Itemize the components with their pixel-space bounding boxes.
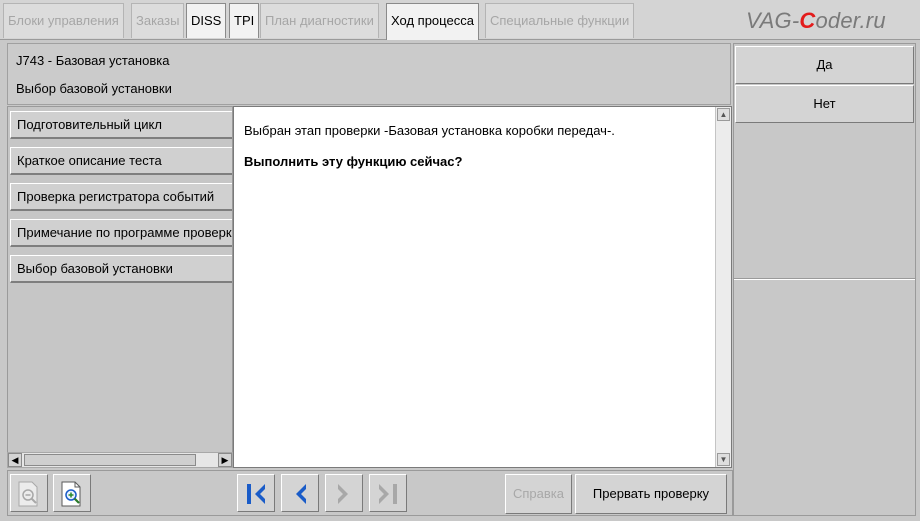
tab-special-functions[interactable]: Специальные функции xyxy=(485,3,635,38)
tab-bar: Блоки управления Заказы DISS TPI План ди… xyxy=(0,0,920,40)
zoom-out-button[interactable] xyxy=(10,474,48,512)
scroll-up-arrow-icon[interactable]: ▲ xyxy=(717,108,730,121)
content-panel: Выбран этап проверки -Базовая установка … xyxy=(233,106,732,468)
scroll-down-arrow-icon[interactable]: ▼ xyxy=(717,453,730,466)
step-message: Выбран этап проверки -Базовая установка … xyxy=(244,123,615,138)
scroll-left-arrow-icon[interactable]: ◀ xyxy=(8,453,22,467)
next-step-button[interactable] xyxy=(325,474,363,512)
test-header: J743 - Базовая установка Выбор базовой у… xyxy=(7,43,731,105)
yes-button[interactable]: Да xyxy=(735,46,914,84)
bottom-toolbar: Справка Прервать проверку xyxy=(7,470,733,516)
help-button[interactable]: Справка xyxy=(505,474,572,514)
previous-step-button[interactable] xyxy=(281,474,319,512)
site-logo: VAG-Coder.ru xyxy=(746,8,886,33)
tab-orders[interactable]: Заказы xyxy=(131,3,185,38)
abort-test-button[interactable]: Прервать проверку xyxy=(575,474,727,514)
tab-control-units[interactable]: Блоки управления xyxy=(3,3,124,38)
scrollbar-thumb[interactable] xyxy=(24,454,196,466)
skip-last-icon xyxy=(379,484,397,504)
confirm-question: Выполнить эту функцию сейчас? xyxy=(244,154,463,169)
answer-panel: Да Нет xyxy=(733,43,916,516)
zoom-in-icon xyxy=(61,481,81,507)
step-item-preparation[interactable]: Подготовительный цикл xyxy=(10,111,232,139)
tab-process[interactable]: Ход процесса xyxy=(386,3,479,40)
step-item-test-description[interactable]: Краткое описание теста xyxy=(10,147,232,175)
step-item-basic-setting[interactable]: Выбор базовой установки xyxy=(10,255,232,283)
content-scrollbar[interactable]: ▲ ▼ xyxy=(715,107,731,467)
tab-diss[interactable]: DISS xyxy=(186,3,227,38)
chevron-left-icon xyxy=(296,484,306,504)
step-item-program-note[interactable]: Примечание по программе проверки xyxy=(10,219,232,247)
scroll-right-arrow-icon[interactable]: ▶ xyxy=(218,453,232,467)
control-unit-title: J743 - Базовая установка xyxy=(16,53,170,68)
tab-tpi[interactable]: TPI xyxy=(229,3,260,38)
zoom-out-icon xyxy=(18,481,38,507)
no-button[interactable]: Нет xyxy=(735,85,914,123)
chevron-right-icon xyxy=(338,484,348,504)
step-list-scrollbar[interactable]: ◀ ▶ xyxy=(7,452,233,468)
step-title: Выбор базовой установки xyxy=(16,81,172,96)
first-step-button[interactable] xyxy=(237,474,275,512)
skip-first-icon xyxy=(247,484,265,504)
zoom-in-button[interactable] xyxy=(53,474,91,512)
tab-diagnostic-plan[interactable]: План диагностики xyxy=(260,3,379,38)
test-step-list: Подготовительный цикл Краткое описание т… xyxy=(7,106,233,468)
last-step-button[interactable] xyxy=(369,474,407,512)
panel-divider-highlight xyxy=(734,279,915,280)
step-item-event-memory[interactable]: Проверка регистратора событий xyxy=(10,183,232,211)
